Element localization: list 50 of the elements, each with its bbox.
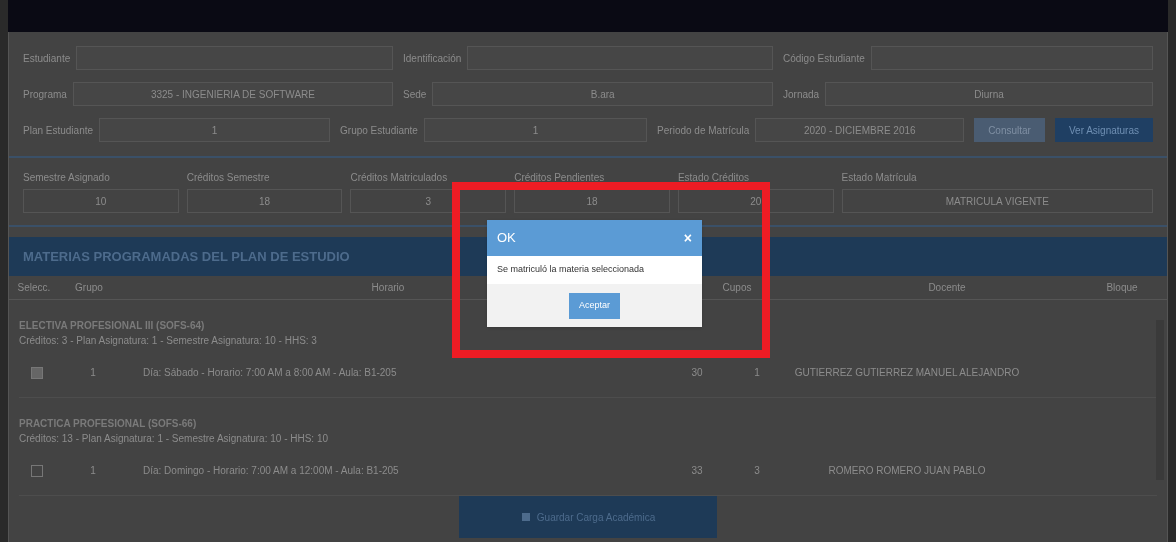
input-field[interactable]: B.ara [432,82,773,106]
table-cell-text: 1 [89,464,97,478]
stat-label: Créditos Matriculados [350,171,449,185]
select-checkbox[interactable] [31,464,43,477]
input-field[interactable]: 1 [423,118,648,142]
stat-label: Estado Créditos [677,171,751,185]
table-cell-text: ROMERO ROMERO JUAN PABLO [827,464,987,478]
input-field[interactable]: 2020 - DICIEMBRE 2016 [755,118,965,142]
field-label: Plan Estudiante [23,123,94,138]
stat-value: 10 [23,189,179,213]
input-field[interactable]: 1 [99,118,331,142]
field-label: Código Estudiante [783,51,865,66]
table-cell-text: 1 [89,366,97,380]
table-cell-text: 3 [753,464,761,478]
stat-value: 18 [186,189,343,213]
stat-label: Semestre Asignado [23,171,111,185]
column-header: Bloque [1105,280,1139,295]
table-cell-text: Día: Domingo - Horario: 7:00 AM a 12:00M - Aula: B1-205 [142,464,400,478]
stat-value: 20 [677,189,834,213]
accept-button[interactable]: Aceptar [569,292,620,319]
stat-label: Créditos Pendientes [514,171,606,185]
stat-label: Créditos Semestre [186,171,271,185]
column-header: Cupos [721,280,753,295]
column-header: Selecc. [16,280,52,295]
subject-details: Créditos: 13 - Plan Asignatura: 1 - Semestre Asignatura: 10 - HHS: 10 [19,432,330,446]
table-cell-text: 1 [753,366,761,380]
stat-label: Estado Matrícula [841,171,918,185]
table-cell-text: GUTIERREZ GUTIERREZ MANUEL ALEJANDRO [793,366,1021,380]
input-field[interactable]: 3325 - INGENIERIA DE SOFTWARE [72,82,393,106]
stat-value: MATRICULA VIGENTE [841,189,1153,213]
stat-value: 3 [350,189,507,213]
input-field[interactable]: Diurna [825,82,1153,106]
field-label: Estudiante [23,51,71,66]
field-label: Jornada [783,87,820,102]
table-cell-text: Día: Sábado - Horario: 7:00 AM a 8:00 AM - Aula: B1-205 [142,366,398,380]
table-cell-text: 30 [690,366,704,380]
column-header: Horario [370,280,406,295]
table-cell-text: 33 [690,464,704,478]
column-header: Docente [927,280,967,295]
field-label: Sede [403,87,427,102]
select-checkbox[interactable] [31,366,43,379]
stat-value: 18 [514,189,670,213]
field-label: Identificación [403,51,462,66]
field-label: Programa [23,87,67,102]
field-label: Grupo Estudiante [340,123,418,138]
field-label: Periodo de Matrícula [657,123,750,138]
dialog-message: Se matriculó la materia seleccionada [487,256,702,284]
action-button[interactable]: Ver Asignaturas [1054,118,1153,142]
column-header: Grupo [74,280,104,295]
subject-details: Créditos: 3 - Plan Asignatura: 1 - Semestre Asignatura: 10 - HHS: 3 [19,334,318,348]
